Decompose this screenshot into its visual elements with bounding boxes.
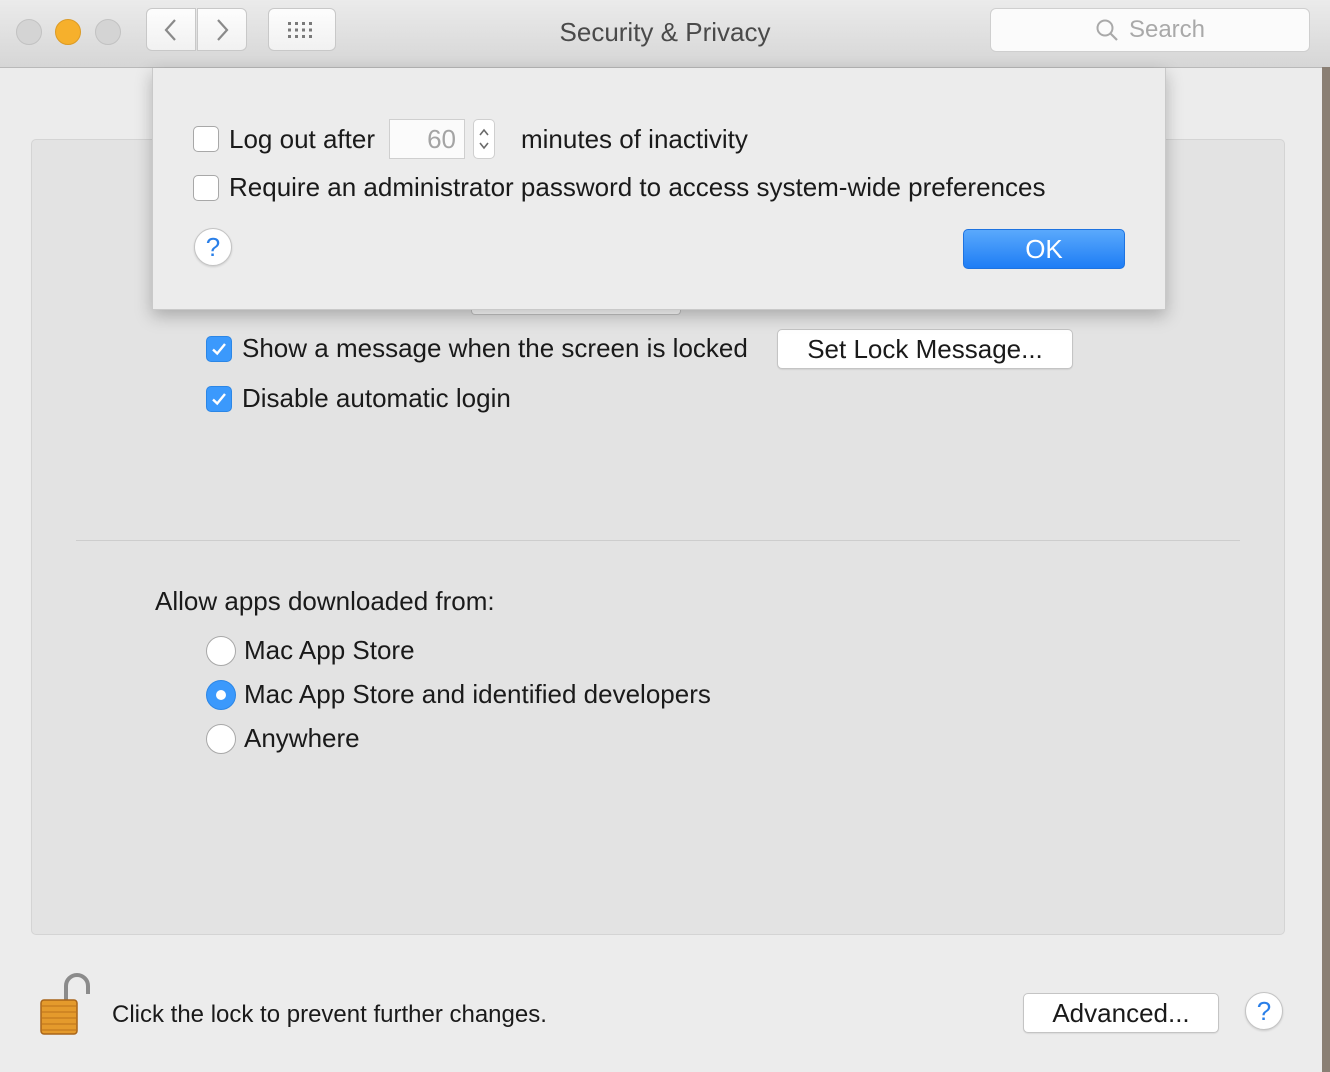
radio-option-identified-developers[interactable]: Mac App Store and identified developers [206, 679, 711, 710]
radio-label: Mac App Store [244, 635, 415, 665]
question-mark-icon: ? [1256, 995, 1272, 1026]
admin-password-label: Require an administrator password to acc… [229, 172, 1046, 202]
logout-suffix: minutes of inactivity [521, 123, 748, 154]
show-message-row: Show a message when the screen is locked [206, 333, 748, 364]
logout-minutes-stepper[interactable] [473, 119, 495, 159]
logout-label: Log out after [229, 123, 375, 154]
ok-button[interactable]: OK [963, 229, 1125, 269]
radio-option-anywhere[interactable]: Anywhere [206, 723, 360, 754]
unlocked-padlock-icon [40, 973, 90, 1035]
show-message-label: Show a message when the screen is locked [242, 333, 748, 363]
disable-login-label: Disable automatic login [242, 383, 511, 413]
lock-status-text: Click the lock to prevent further change… [112, 1001, 547, 1028]
radio-label: Mac App Store and identified developers [244, 679, 711, 709]
admin-password-row: Require an administrator password to acc… [193, 172, 1045, 203]
admin-password-checkbox[interactable] [193, 174, 219, 201]
search-icon [1096, 19, 1118, 41]
logout-checkbox[interactable] [193, 126, 219, 152]
show-message-checkbox[interactable] [206, 335, 232, 362]
checkmark-icon [212, 342, 226, 355]
set-lock-message-button[interactable]: Set Lock Message... [777, 329, 1073, 369]
radio-button[interactable] [206, 635, 236, 666]
disable-login-checkbox[interactable] [206, 385, 232, 412]
radio-label: Anywhere [244, 723, 360, 753]
checkmark-icon [212, 392, 226, 405]
disable-login-row: Disable automatic login [206, 383, 511, 414]
section-divider [76, 540, 1240, 541]
sheet-help-button[interactable]: ? [194, 228, 232, 266]
search-placeholder: Search [1128, 16, 1206, 43]
desktop-edge [1322, 67, 1330, 1072]
advanced-sheet: Log out after 60 minutes of inactivity R… [152, 68, 1166, 310]
radio-option-mac-app-store[interactable]: Mac App Store [206, 635, 415, 666]
question-mark-icon: ? [205, 231, 221, 262]
logout-minutes-input[interactable]: 60 [389, 119, 465, 159]
help-button[interactable]: ? [1245, 992, 1283, 1030]
lock-button[interactable] [40, 972, 90, 1041]
title-bar: Security & Privacy Search [0, 0, 1330, 68]
radio-button-selected[interactable] [206, 679, 236, 710]
logout-row: Log out after 60 minutes of inactivity [193, 119, 748, 159]
advanced-button[interactable]: Advanced... [1023, 993, 1219, 1033]
search-field[interactable]: Search [990, 8, 1310, 52]
chevron-up-down-icon [479, 128, 489, 150]
radio-button[interactable] [206, 723, 236, 754]
gatekeeper-heading: Allow apps downloaded from: [155, 586, 495, 616]
